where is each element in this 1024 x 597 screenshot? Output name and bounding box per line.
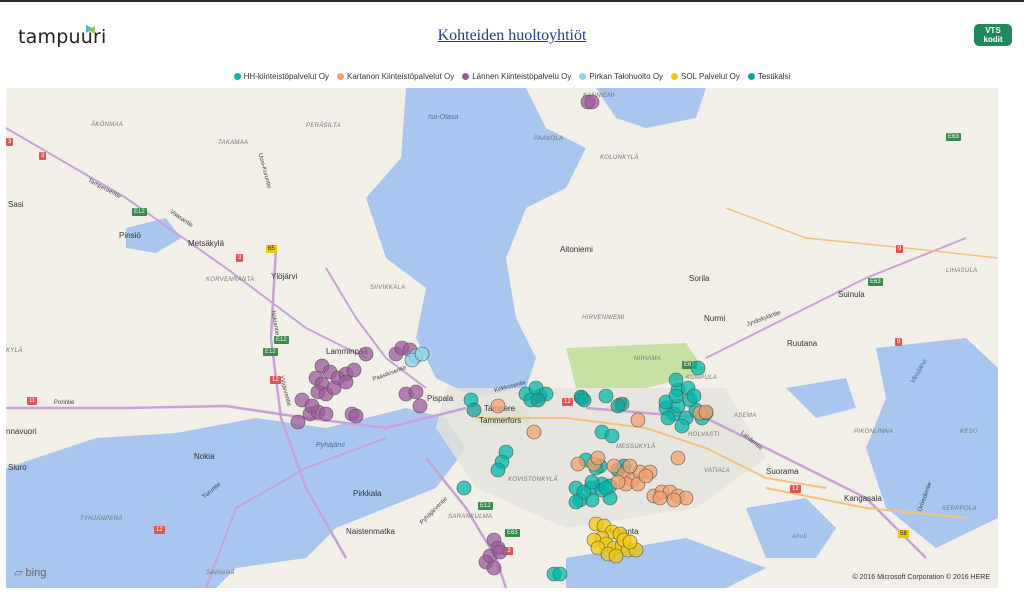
bing-logo[interactable]: ▱ bing (14, 566, 46, 579)
map-marker[interactable] (456, 480, 472, 496)
map-marker[interactable] (584, 94, 600, 110)
map-marker[interactable] (610, 474, 626, 490)
bing-label: bing (25, 567, 47, 579)
map-marker[interactable] (668, 372, 684, 388)
legend-item[interactable]: Kartanon Kiinteistöpalvelut Oy (337, 72, 454, 81)
map-marker[interactable] (590, 450, 606, 466)
map-marker[interactable] (346, 362, 362, 378)
map-view[interactable]: Sasi Pinsiö Metsäkylä Ylöjärvi Lamminpää… (6, 88, 998, 588)
map-marker[interactable] (686, 388, 702, 404)
map-marker[interactable] (690, 360, 706, 376)
map-marker[interactable] (318, 406, 334, 422)
legend-label: SOL Palvelut Oy (681, 72, 740, 81)
map-marker[interactable] (486, 560, 502, 576)
map-marker[interactable] (668, 388, 684, 404)
map-marker[interactable] (552, 566, 568, 582)
map-marker[interactable] (622, 534, 638, 550)
top-border (0, 0, 1024, 2)
legend-dot-icon (233, 73, 241, 80)
map-marker[interactable] (408, 384, 424, 400)
legend-dot-icon (337, 73, 345, 80)
legend-dot-icon (671, 73, 679, 80)
map-marker[interactable] (698, 404, 714, 420)
legend-label: Testikalsi (757, 72, 791, 81)
map-marker[interactable] (290, 414, 306, 430)
legend-item[interactable]: HH-kiinteistöpalvelut Oy (233, 72, 330, 81)
legend-item[interactable]: Lännen Kiinteistöpalvelu Oy (462, 72, 571, 81)
map-marker[interactable] (412, 398, 428, 414)
map-marker[interactable] (570, 456, 586, 472)
brand-logo-line1: VTS (985, 26, 1001, 35)
map-marker[interactable] (490, 462, 506, 478)
map-marker[interactable] (338, 374, 354, 390)
map-marker[interactable] (492, 544, 508, 560)
map-marker[interactable] (604, 428, 620, 444)
map-marker[interactable] (652, 490, 668, 506)
map-marker[interactable] (304, 398, 320, 414)
legend-label: Lännen Kiinteistöpalvelu Oy (472, 72, 572, 81)
map-marker[interactable] (490, 398, 506, 414)
bing-icon: ▱ (14, 567, 23, 579)
brand-logo-line2: kodit (983, 35, 1003, 44)
map-marker[interactable] (414, 346, 430, 362)
map-legend: HH-kiinteistöpalvelut Oy Kartanon Kiintei… (0, 72, 1024, 81)
map-marker[interactable] (630, 412, 646, 428)
map-copyright: © 2016 Microsoft Corporation © 2016 HERE (852, 574, 990, 581)
vts-kodit-logo: VTS kodit (974, 24, 1012, 46)
map-marker[interactable] (358, 346, 374, 362)
marker-layer (290, 94, 714, 582)
map-marker[interactable] (678, 490, 694, 506)
legend-dot-icon (747, 73, 755, 80)
legend-item[interactable]: Pirkan Talohuolto Oy (579, 72, 663, 81)
map-marker[interactable] (530, 392, 546, 408)
map-marker[interactable] (598, 388, 614, 404)
legend-item[interactable]: Testikalsi (747, 72, 791, 81)
map-marker[interactable] (638, 468, 654, 484)
legend-label: Pirkan Talohuolto Oy (589, 72, 664, 81)
legend-dot-icon (462, 73, 470, 80)
map-marker[interactable] (348, 408, 364, 424)
map-marker[interactable] (670, 450, 686, 466)
map-marker[interactable] (666, 492, 682, 508)
legend-item[interactable]: SOL Palvelut Oy (671, 72, 740, 81)
map-marker[interactable] (622, 458, 638, 474)
map-marker[interactable] (584, 474, 600, 490)
legend-label: HH-kiinteistöpalvelut Oy (243, 72, 330, 81)
map-marker[interactable] (608, 548, 624, 564)
legend-label: Kartanon Kiinteistöpalvelut Oy (347, 72, 455, 81)
map-marker[interactable] (660, 410, 676, 426)
map-marker[interactable] (674, 418, 690, 434)
map-marker[interactable] (466, 402, 482, 418)
map-marker[interactable] (610, 398, 626, 414)
legend-dot-icon (579, 73, 587, 80)
map-marker[interactable] (576, 392, 592, 408)
page-title[interactable]: Kohteiden huoltoyhtiöt (0, 27, 1024, 45)
map-marker[interactable] (526, 424, 542, 440)
